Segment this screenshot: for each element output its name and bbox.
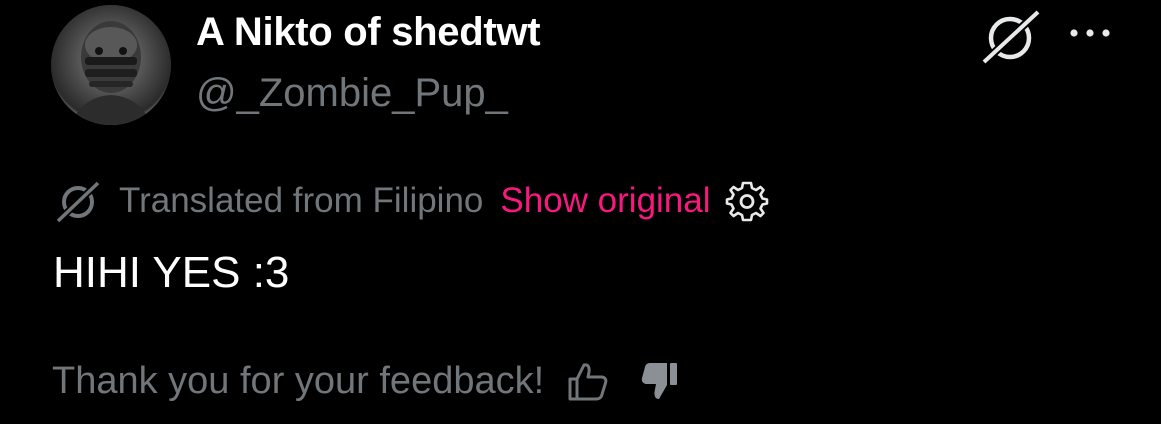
feedback-message: Thank you for your feedback! [52,359,545,402]
translation-feedback: Thank you for your feedback! [52,355,682,407]
gear-icon[interactable] [725,179,769,223]
avatar-image [51,5,171,125]
translation-bar: Translated from Filipino Show original [55,176,769,226]
grok-icon[interactable] [980,8,1042,64]
tweet-text: HIHI YES :3 [53,248,290,297]
avatar[interactable] [51,5,171,125]
user-handle[interactable]: @_Zombie_Pup_ [196,71,508,116]
translation-label: Translated from Filipino [119,181,484,220]
thumbs-down-icon[interactable] [638,359,682,403]
grok-translate-icon [55,180,101,224]
thumbs-up-icon[interactable] [566,359,610,403]
display-name[interactable]: A Nikto of shedtwt [196,10,541,55]
more-options-icon[interactable] [1065,18,1115,48]
show-original-link[interactable]: Show original [500,181,710,221]
